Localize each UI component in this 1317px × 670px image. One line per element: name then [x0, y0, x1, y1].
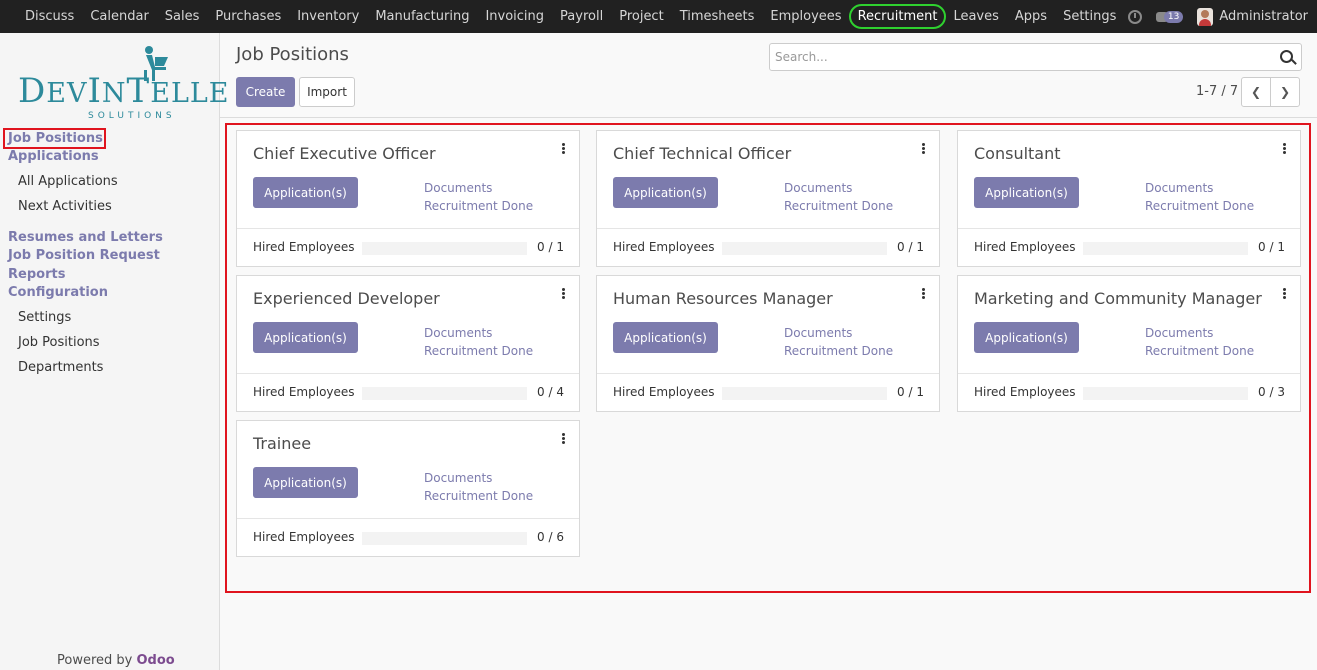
pager-next-button[interactable]: ❯	[1270, 77, 1300, 107]
user-menu[interactable]: Administrator	[1197, 7, 1308, 26]
sidebar-item-resumes-and-letters[interactable]: Resumes and Letters	[8, 230, 163, 245]
chevron-left-icon: ❮	[1250, 85, 1262, 99]
top-navbar: Discuss Calendar Sales Purchases Inventory Ma…	[0, 0, 1317, 33]
top-menu-item-discuss[interactable]: Discuss	[17, 0, 82, 33]
top-menu-item-calendar[interactable]: Calendar	[82, 0, 156, 33]
page-title: Job Positions	[236, 44, 349, 65]
logo-subtitle: SOLUTIONS	[88, 111, 176, 121]
powered-by-prefix: Powered by	[57, 653, 137, 668]
search-icon[interactable]	[1280, 50, 1293, 63]
sidebar: DEVINTELLE SOLUTIONS Job Positions Appli…	[0, 33, 229, 670]
sidebar-item-applications[interactable]: Applications	[8, 149, 99, 164]
sidebar-item-reports[interactable]: Reports	[8, 267, 65, 282]
top-menu-item-payroll[interactable]: Payroll	[552, 0, 611, 33]
top-menu-item-employees[interactable]: Employees	[762, 0, 849, 33]
top-menu-item-invoicing[interactable]: Invoicing	[477, 0, 552, 33]
top-menu-item-inventory[interactable]: Inventory	[289, 0, 367, 33]
messages-button[interactable]: 13	[1155, 10, 1184, 23]
top-menu-item-recruitment[interactable]: Recruitment	[848, 0, 947, 33]
sidebar-item-settings[interactable]: Settings	[18, 310, 71, 325]
systray: 13 Administrator	[1127, 0, 1308, 33]
import-button[interactable]: Import	[299, 77, 355, 107]
top-menu-item-purchases[interactable]: Purchases	[207, 0, 289, 33]
user-name: Administrator	[1219, 9, 1308, 24]
top-menu-item-manufacturing[interactable]: Manufacturing	[367, 0, 477, 33]
chevron-right-icon: ❯	[1279, 85, 1291, 99]
sidebar-item-next-activities[interactable]: Next Activities	[18, 199, 112, 214]
logo-wordmark: DEVINTELLE	[18, 71, 230, 111]
pager-previous-button[interactable]: ❮	[1241, 77, 1271, 107]
top-menu-item-settings[interactable]: Settings	[1055, 0, 1124, 33]
powered-by: Powered by Odoo	[57, 653, 175, 668]
top-menu-item-project[interactable]: Project	[611, 0, 671, 33]
top-menu-item-timesheets[interactable]: Timesheets	[672, 0, 763, 33]
avatar	[1197, 7, 1214, 26]
top-menu-item-apps[interactable]: Apps	[1007, 0, 1055, 33]
top-menu-item-leaves[interactable]: Leaves	[945, 0, 1006, 33]
kanban-highlight-frame	[225, 123, 1311, 593]
sidebar-item-job-position-request[interactable]: Job Position Request	[8, 248, 160, 263]
company-logo[interactable]: DEVINTELLE SOLUTIONS	[18, 45, 229, 121]
sidebar-item-config-job-positions[interactable]: Job Positions	[18, 335, 100, 350]
activity-clock-icon[interactable]	[1127, 9, 1142, 24]
sidebar-item-job-positions[interactable]: Job Positions	[8, 131, 103, 146]
search-input[interactable]	[769, 43, 1302, 71]
top-menu-item-sales[interactable]: Sales	[157, 0, 208, 33]
create-button[interactable]: Create	[236, 77, 295, 107]
messages-count-badge: 13	[1163, 10, 1184, 23]
odoo-link[interactable]: Odoo	[136, 653, 174, 668]
app-menu: Discuss Calendar Sales Purchases Inventory Ma…	[17, 0, 1124, 33]
sidebar-item-all-applications[interactable]: All Applications	[18, 174, 118, 189]
sidebar-item-configuration[interactable]: Configuration	[8, 285, 108, 300]
sidebar-item-departments[interactable]: Departments	[18, 360, 103, 375]
pager-value[interactable]: 1-7 / 7	[1196, 84, 1238, 99]
